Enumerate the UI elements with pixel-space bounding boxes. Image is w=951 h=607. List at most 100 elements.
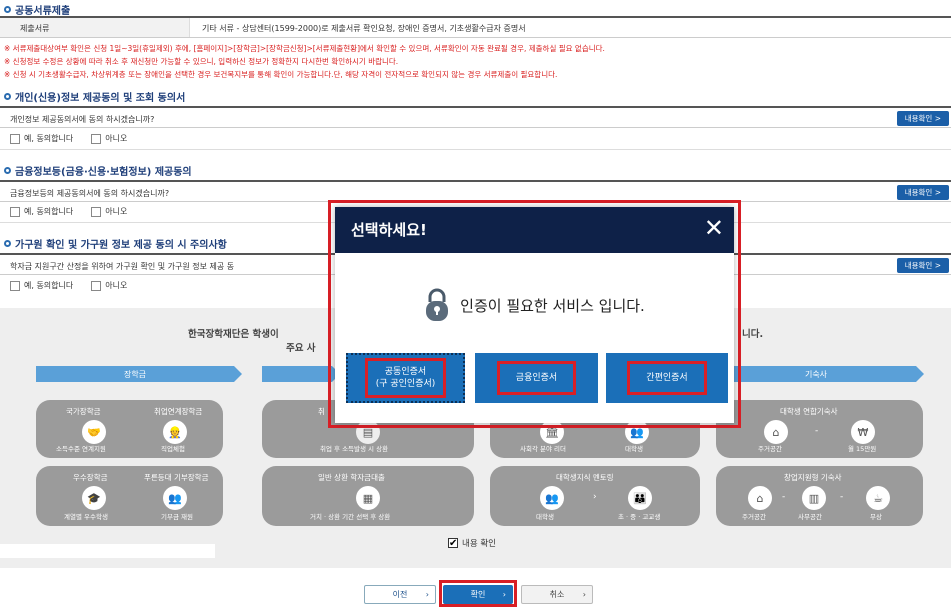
card-label: 취업 후 소득발생 시 상환 bbox=[320, 445, 389, 453]
card-label: 사무공간 bbox=[798, 513, 822, 521]
section-title-consent-1: 개인(신용)정보 제공동의 및 조회 동의서 bbox=[4, 89, 185, 104]
intro-line: 니다. bbox=[742, 329, 764, 340]
home-icon: ⌂ bbox=[748, 486, 772, 510]
button-label: 금융인증서 bbox=[515, 373, 558, 383]
checkbox[interactable] bbox=[91, 133, 102, 144]
agree-option[interactable]: 예, 동의합니다 bbox=[10, 280, 73, 291]
page: 공동서류제출 제출서류 기타 서류 - 상담센터(1599-2000)로 제출서… bbox=[0, 0, 951, 607]
cancel-button[interactable]: 취소 › bbox=[521, 585, 593, 604]
card-title: 대학생지식 멘토링 bbox=[556, 473, 614, 482]
modal-message: 인증이 필요한 서비스 입니다. bbox=[335, 287, 734, 323]
section-title-text: 공동서류제출 bbox=[15, 6, 71, 17]
notes: ※ 서류제출대상여부 확인은 신청 1일~3일(휴일제외) 후에, [홈페이지]… bbox=[4, 42, 605, 82]
agree-label: 예, 동의합니다 bbox=[24, 281, 74, 290]
card-title: 대학생 연합기숙사 bbox=[780, 407, 838, 416]
note-line: ※ 신청 시 기초생활수급자, 차상위계층 또는 장애인을 선택한 경우 보건복… bbox=[4, 70, 558, 80]
card-title: 취 bbox=[318, 407, 325, 416]
view-content-button[interactable]: 내용확인 > bbox=[896, 111, 949, 126]
simple-certificate-button[interactable]: 간편인증서 bbox=[606, 353, 728, 403]
view-content-button[interactable]: 내용확인 > bbox=[896, 185, 949, 200]
close-icon[interactable]: ✕ bbox=[704, 216, 724, 240]
card-label: 사회각 분야 리더 bbox=[520, 445, 566, 453]
prev-button[interactable]: 이전 › bbox=[364, 585, 436, 604]
joint-certificate-button[interactable]: 공동인증서 (구 공인인증서) bbox=[346, 353, 465, 403]
chevron-right-icon: › bbox=[582, 590, 586, 599]
section-title-text: 개인(신용)정보 제공동의 및 조회 동의서 bbox=[15, 93, 186, 104]
card-label: 기부금 재원 bbox=[161, 513, 193, 521]
card-title: 취업연계장학금 bbox=[154, 407, 203, 416]
consent-options: 예, 동의합니다 아니오 bbox=[10, 206, 127, 217]
category-label: 기숙사 bbox=[804, 369, 828, 379]
agree-option[interactable]: 예, 동의합니다 bbox=[10, 133, 73, 144]
graduation-cap-icon: 🎓 bbox=[82, 486, 106, 510]
dash-icon: - bbox=[840, 492, 844, 502]
card-label: 직업체험 bbox=[161, 445, 185, 453]
section-title-consent-3: 가구원 확인 및 가구원 정보 제공 동의 시 주의사항 bbox=[4, 236, 227, 251]
office-icon: ▥ bbox=[802, 486, 826, 510]
arrow-right-icon: › bbox=[593, 492, 597, 502]
section-title-documents: 공동서류제출 bbox=[4, 2, 70, 17]
card-label: 소득수준 연계지원 bbox=[56, 445, 106, 453]
bullet-icon bbox=[4, 167, 11, 174]
disagree-label: 아니오 bbox=[105, 281, 128, 290]
card-label: 주거공간 bbox=[758, 445, 782, 453]
card-label: 계열별 우수학생 bbox=[64, 513, 108, 521]
consent-question-box: 금융정보등의 제공동의서에 동의 하시겠습니까? 내용확인 > bbox=[0, 180, 951, 202]
highlight-box bbox=[439, 580, 517, 607]
disagree-option[interactable]: 아니오 bbox=[91, 280, 127, 291]
card-title: 창업지원형 기숙사 bbox=[784, 473, 842, 482]
card-label: 초 · 중 · 고교생 bbox=[618, 513, 661, 521]
modal-header: 선택하세요! ✕ bbox=[335, 207, 734, 253]
card-scholarship-1: 국가장학금 취업연계장학금 🤝 👷 소득수준 연계지원 직업체험 bbox=[36, 400, 223, 458]
agree-label: 예, 동의합니다 bbox=[24, 134, 74, 143]
card-label: 거치 · 상환 기간 선택 후 상환 bbox=[310, 513, 391, 521]
disagree-option[interactable]: 아니오 bbox=[91, 206, 127, 217]
card-dormitory-2: 창업지원형 기숙사 ⌂ - ▥ - ☕ 주거공간 사무공간 무상 bbox=[716, 466, 923, 526]
card-label: 주거공간 bbox=[742, 513, 766, 521]
disagree-label: 아니오 bbox=[105, 207, 128, 216]
calendar-icon: ▦ bbox=[356, 486, 380, 510]
chevron-right-icon: › bbox=[425, 590, 429, 599]
intro-line: 한국장학재단은 학생이 bbox=[188, 329, 279, 340]
coin-icon: ₩ bbox=[851, 420, 875, 444]
button-label: 공동인증서 bbox=[384, 367, 427, 377]
note-line: ※ 신청정보 수정은 상황에 따라 취소 후 재신청만 가능할 수 있으니, 입… bbox=[4, 57, 399, 67]
consent-options: 예, 동의합니다 아니오 bbox=[10, 133, 127, 144]
content-confirm-checkbox[interactable]: ✔ 내용 확인 bbox=[448, 537, 496, 549]
financial-certificate-button[interactable]: 금융인증서 bbox=[475, 353, 598, 403]
category-arrow-loan bbox=[262, 366, 340, 382]
card-label: 월 15만원 bbox=[848, 445, 877, 453]
note-line: ※ 서류제출대상여부 확인은 신청 1일~3일(휴일제외) 후에, [홈페이지]… bbox=[4, 44, 605, 53]
bullet-icon bbox=[4, 240, 11, 247]
category-label: 장학금 bbox=[123, 369, 147, 379]
agree-option[interactable]: 예, 동의합니다 bbox=[10, 206, 73, 217]
checkbox[interactable] bbox=[10, 280, 20, 291]
checkbox-checked[interactable]: ✔ bbox=[448, 538, 458, 549]
prev-label: 이전 bbox=[392, 590, 408, 599]
consent-question-box: 개인정보 제공동의서에 동의 하시겠습니까? 내용확인 > bbox=[0, 106, 951, 128]
cancel-label: 취소 bbox=[549, 590, 565, 599]
documents-table-value: 기타 서류 - 상담센터(1599-2000)로 제출서류 확인요청, 장애인 … bbox=[202, 24, 526, 33]
category-arrow-scholarship: 장학금 bbox=[36, 366, 242, 382]
donation-icon: 👥 bbox=[163, 486, 187, 510]
checkbox[interactable] bbox=[10, 133, 20, 144]
section-title-text: 가구원 확인 및 가구원 정보 제공 동의 시 주의사항 bbox=[15, 240, 227, 251]
intro-line: 주요 사 bbox=[286, 343, 316, 354]
lock-icon bbox=[426, 288, 449, 321]
dash-icon: - bbox=[782, 492, 786, 502]
consent-question: 금융정보등의 제공동의서에 동의 하시겠습니까? bbox=[10, 189, 170, 198]
consent-question: 학자금 지원구간 산정을 위하여 가구원 확인 및 가구원 정보 제공 동 bbox=[10, 262, 235, 271]
card-scholarship-2: 우수장학금 푸른등대 기부장학금 🎓 👥 계열별 우수학생 기부금 재원 bbox=[36, 466, 223, 526]
worker-icon: 👷 bbox=[163, 420, 187, 444]
section-title-consent-2: 금융정보등(금융·신용·보험정보) 제공동의 bbox=[4, 163, 192, 178]
checkbox[interactable] bbox=[91, 206, 102, 217]
checkbox[interactable] bbox=[10, 206, 20, 217]
checkbox[interactable] bbox=[91, 280, 102, 291]
disagree-option[interactable]: 아니오 bbox=[91, 133, 127, 144]
documents-table-header: 제출서류 bbox=[0, 18, 190, 37]
card-mentoring-2: 대학생지식 멘토링 👥 › 👪 대학생 초 · 중 · 고교생 bbox=[490, 466, 700, 526]
disagree-label: 아니오 bbox=[105, 134, 128, 143]
children-icon: 👪 bbox=[628, 486, 652, 510]
students-icon: 👥 bbox=[540, 486, 564, 510]
view-content-button[interactable]: 내용확인 > bbox=[896, 258, 949, 273]
